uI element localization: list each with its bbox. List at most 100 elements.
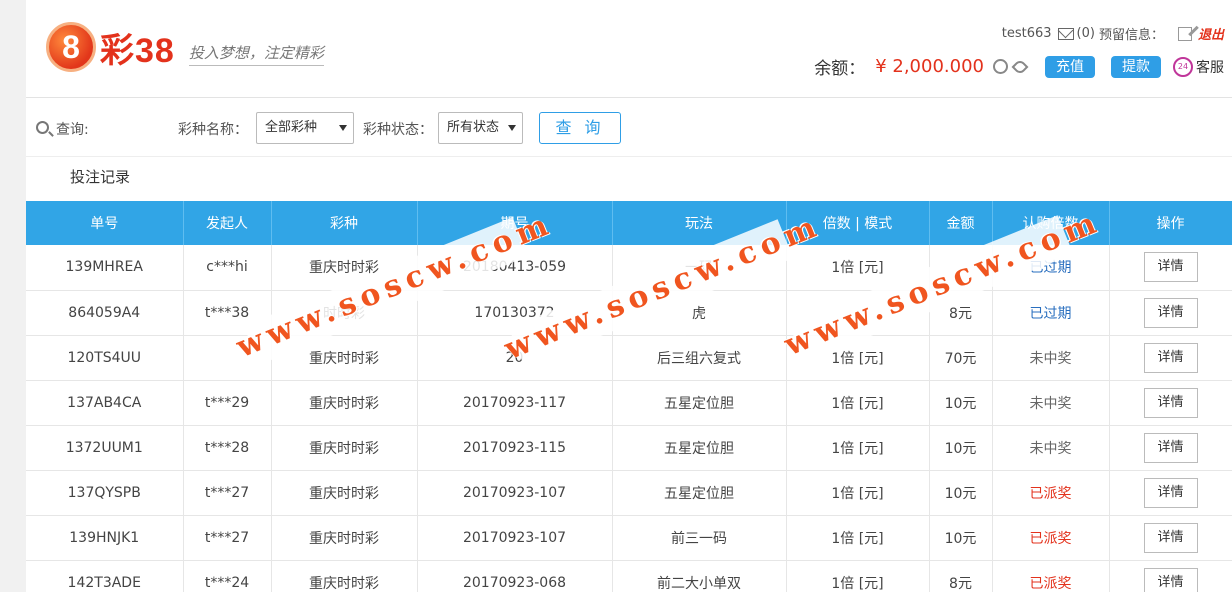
cell-issue: 170130372 [417,290,613,336]
cell-amount: 8元 [929,560,993,592]
cell-play: 五星定位胆 [612,425,787,471]
detail-button[interactable]: 详情 [1143,387,1198,418]
column-header: 单号 [26,201,184,245]
cell-issue: 20170923-107 [417,470,613,516]
cell-amount [929,245,993,291]
site-logo[interactable]: 8 彩38 投入梦想，注定精彩 [46,22,324,72]
table-row: 139HNJK1 t***27 重庆时时彩 20170923-107 前三一码 1倍 [元… [26,515,1232,561]
logo-badge: 8 [46,22,96,72]
cell-amount: 10元 [929,515,993,561]
cell-issue: 20 [417,335,613,381]
cell-play: 五星定位胆 [612,470,787,516]
cell-lottery: 重庆时时彩 [271,515,418,561]
logo-number: 8 [62,28,80,65]
search-bar: 查询: 彩种名称： 全部彩种 彩种状态： 所有状态 查 询 [26,99,1232,157]
column-header: 操作 [1109,201,1232,245]
table-row: 1372UUM1 t***28 重庆时时彩 20170923-115 五星定位胆 1倍 [… [26,425,1232,471]
cell-id: 1372UUM1 [26,425,184,471]
cell-play: 后三组六复式 [612,335,787,381]
cell-action: 详情 [1109,470,1232,516]
deposit-button[interactable]: 充值 [1045,55,1095,78]
cell-initiator: t***29 [183,380,272,426]
cell-action: 详情 [1109,515,1232,561]
column-header: 金额 [929,201,993,245]
detail-button[interactable]: 详情 [1143,297,1198,328]
table-row: 137QYSPB t***27 重庆时时彩 20170923-107 五星定位胆 1倍 [… [26,470,1232,516]
cell-id: 139MHREA [26,245,184,291]
lottery-select[interactable]: 全部彩种 [256,112,354,144]
cell-amount: 10元 [929,425,993,471]
cell-id: 139HNJK1 [26,515,184,561]
column-header: 认购倍数 [992,201,1110,245]
main-page: 8 彩38 投入梦想，注定精彩 test663 (0) 预留信息： 退出 余额：… [26,0,1232,592]
balance-label: 余额： [814,59,866,79]
hide-balance-icon[interactable] [1011,58,1029,75]
cell-lottery: 重庆时时彩 [271,560,418,592]
table-row: 864059A4 t***38 时时彩 170130372 虎 8元 已过期 详情 [26,290,1232,336]
detail-button[interactable]: 详情 [1143,252,1198,283]
status-select[interactable]: 所有状态 [438,112,523,144]
cell-id: 120TS4UU [26,335,184,381]
table-row: 120TS4UU 重庆时时彩 20 后三组六复式 1倍 [元] 70元 未中奖 详情 [26,335,1232,381]
withdraw-button[interactable]: 提款 [1111,55,1161,78]
cell-initiator: t***24 [183,560,272,592]
cell-issue: 20170923-115 [417,425,613,471]
cell-issue: 20170923-068 [417,560,613,592]
cell-lottery: 重庆时时彩 [271,425,418,471]
cell-lottery: 重庆时时彩 [271,335,418,381]
cell-status: 已派奖 [992,515,1110,561]
detail-button[interactable]: 详情 [1143,567,1198,592]
cell-status: 已派奖 [992,470,1110,516]
mail-icon[interactable] [1057,27,1074,40]
reserve-info-label: 预留信息： [1098,28,1164,43]
detail-button[interactable]: 详情 [1143,342,1198,373]
customer-service-link[interactable]: 24 客服 [1173,56,1224,77]
username: test663 [1001,26,1052,41]
table-row: 142T3ADE t***24 重庆时时彩 20170923-068 前二大小单双 1倍 … [26,560,1232,592]
search-icon [36,121,49,134]
cell-action: 详情 [1109,425,1232,471]
customer-service-icon: 24 [1173,56,1193,77]
cell-action: 详情 [1109,290,1232,336]
logout-link[interactable]: 退出 [1198,24,1224,43]
query-button[interactable]: 查 询 [539,112,621,144]
refresh-icon[interactable] [993,59,1008,74]
cell-lottery: 重庆时时彩 [271,470,418,516]
cell-initiator: t***27 [183,470,272,516]
cell-multiple: 1倍 [元] [786,515,930,561]
column-header: 彩种 [271,201,418,245]
cell-initiator [183,335,272,381]
cell-action: 详情 [1109,560,1232,592]
table-row: 139MHREA c***hi 重庆时时彩 20180413-059 一码 1倍 [元] 已… [26,245,1232,291]
edit-icon[interactable] [1177,26,1192,41]
bet-records-table: 单号 发起人 彩种 期号 玩法 倍数 | 模式 金额 认购倍数 操作 139MH… [26,201,1232,592]
cell-play: 五星定位胆 [612,380,787,426]
cell-status: 已派奖 [992,560,1110,592]
cell-amount: 8元 [929,290,993,336]
balance-bar: 余额： ¥ 2,000.000 充值 提款 24 客服 [814,54,1224,79]
cell-status: 未中奖 [992,380,1110,426]
cell-action: 详情 [1109,335,1232,381]
cell-status: 已过期 [992,245,1110,291]
column-header: 玩法 [612,201,787,245]
cell-status: 未中奖 [992,335,1110,381]
chevron-down-icon [339,125,347,131]
site-header: 8 彩38 投入梦想，注定精彩 test663 (0) 预留信息： 退出 余额：… [26,0,1232,98]
cell-initiator: t***38 [183,290,272,336]
cell-lottery: 重庆时时彩 [271,380,418,426]
cell-lottery: 重庆时时彩 [271,245,418,291]
detail-button[interactable]: 详情 [1143,522,1198,553]
cell-amount: 10元 [929,380,993,426]
cell-play: 前二大小单双 [612,560,787,592]
detail-button[interactable]: 详情 [1143,477,1198,508]
cell-amount: 10元 [929,470,993,516]
cell-multiple: 1倍 [元] [786,425,930,471]
cell-action: 详情 [1109,245,1232,291]
detail-button[interactable]: 详情 [1143,432,1198,463]
section-title: 投注记录 [70,168,131,186]
cell-play: 前三一码 [612,515,787,561]
message-count[interactable]: (0) [1077,26,1095,41]
cell-status: 已过期 [992,290,1110,336]
cell-issue: 20180413-059 [417,245,613,291]
cell-id: 864059A4 [26,290,184,336]
